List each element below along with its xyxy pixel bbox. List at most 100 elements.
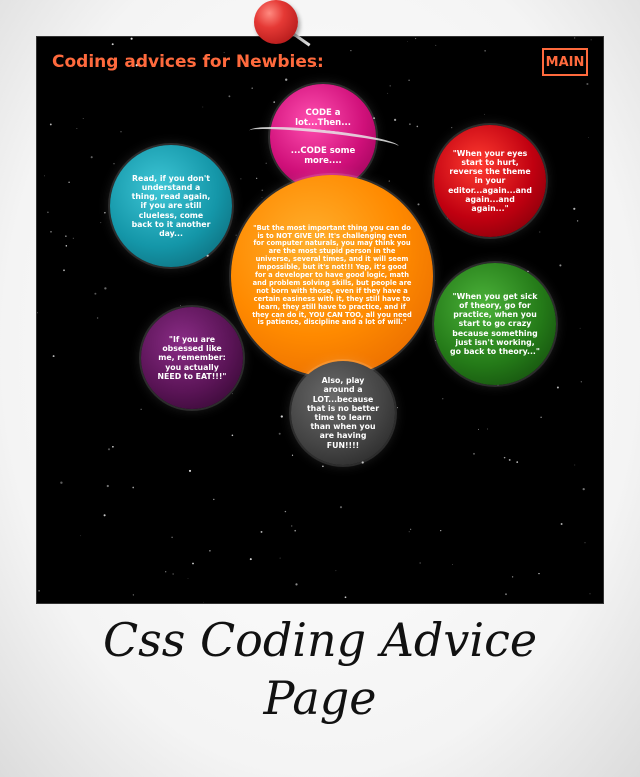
star (265, 162, 267, 164)
star (361, 461, 364, 464)
star (556, 386, 559, 389)
star (103, 514, 106, 517)
star (47, 211, 49, 214)
star (580, 381, 582, 383)
star (393, 118, 397, 122)
star (574, 464, 576, 466)
star (261, 189, 264, 192)
star (249, 558, 252, 561)
star (260, 530, 263, 533)
star (373, 117, 376, 120)
star (72, 237, 74, 239)
star (231, 393, 233, 395)
star (419, 562, 421, 564)
star (65, 235, 67, 237)
star (503, 456, 506, 459)
star (280, 415, 283, 418)
star (104, 287, 107, 290)
star (344, 596, 347, 599)
star (538, 572, 540, 575)
star (107, 448, 111, 451)
star (90, 156, 93, 159)
star (540, 416, 542, 418)
star (187, 577, 189, 579)
star (408, 531, 410, 533)
star (584, 542, 586, 544)
star (49, 123, 52, 126)
star (130, 37, 133, 40)
advice-bubble-play: Also, play around a LOT...because that i… (291, 361, 395, 465)
star (322, 465, 324, 468)
star (279, 557, 281, 559)
star (37, 311, 38, 314)
star (586, 82, 589, 86)
star (508, 458, 511, 461)
star (202, 106, 204, 108)
star (82, 117, 84, 119)
star (256, 177, 258, 179)
star (188, 469, 192, 472)
star (442, 398, 444, 400)
advice-bubble-eyes: "When your eyes start to hurt, reverse t… (434, 125, 546, 237)
polaroid-frame: Coding advices for Newbies: MAIN CODE a … (0, 0, 640, 777)
advice-bubble-read-text: Read, if you don't understand a thing, r… (131, 173, 211, 238)
star (574, 37, 576, 39)
push-pin-icon (254, 0, 298, 44)
star (240, 178, 242, 180)
star (505, 593, 507, 596)
star (335, 570, 337, 572)
star (388, 180, 390, 182)
star (389, 85, 391, 87)
star (339, 506, 343, 509)
star (251, 87, 253, 89)
star (132, 486, 135, 489)
star (590, 39, 592, 41)
star (111, 43, 114, 46)
star (261, 197, 263, 198)
star (487, 428, 488, 430)
star (63, 269, 65, 272)
star (291, 454, 294, 456)
star (65, 245, 68, 247)
advice-bubble-read: Read, if you don't understand a thing, r… (110, 145, 232, 267)
star (278, 432, 281, 435)
star (44, 175, 46, 177)
main-button[interactable]: MAIN (542, 48, 588, 76)
star (180, 305, 181, 306)
star (387, 92, 389, 94)
star (165, 571, 167, 573)
star (294, 529, 297, 532)
star (582, 487, 585, 491)
star (576, 220, 579, 222)
star (284, 510, 287, 513)
page-title: Coding advices for Newbies: (52, 52, 324, 72)
star (171, 536, 173, 539)
star (68, 181, 70, 184)
star (511, 576, 514, 578)
advice-bubble-eyes-text: "When your eyes start to hurt, reverse t… (448, 148, 532, 213)
star (410, 528, 412, 530)
star (231, 434, 234, 437)
star (408, 123, 411, 126)
star (80, 535, 82, 537)
star (76, 128, 78, 129)
star (132, 594, 135, 596)
star (478, 428, 479, 430)
star (192, 562, 194, 565)
screenshot-window: Coding advices for Newbies: MAIN CODE a … (37, 37, 603, 603)
star (417, 203, 420, 206)
star (140, 408, 142, 410)
advice-bubble-dont-give-up: "But the most important thing you can do… (231, 175, 433, 377)
star (451, 563, 453, 565)
star (113, 162, 115, 165)
star (415, 38, 417, 40)
star (120, 131, 122, 133)
star (50, 230, 52, 233)
star (96, 317, 99, 319)
star (560, 523, 563, 525)
star (209, 549, 211, 552)
star (473, 452, 475, 455)
star (100, 222, 102, 224)
star (295, 583, 298, 586)
star (235, 234, 237, 236)
